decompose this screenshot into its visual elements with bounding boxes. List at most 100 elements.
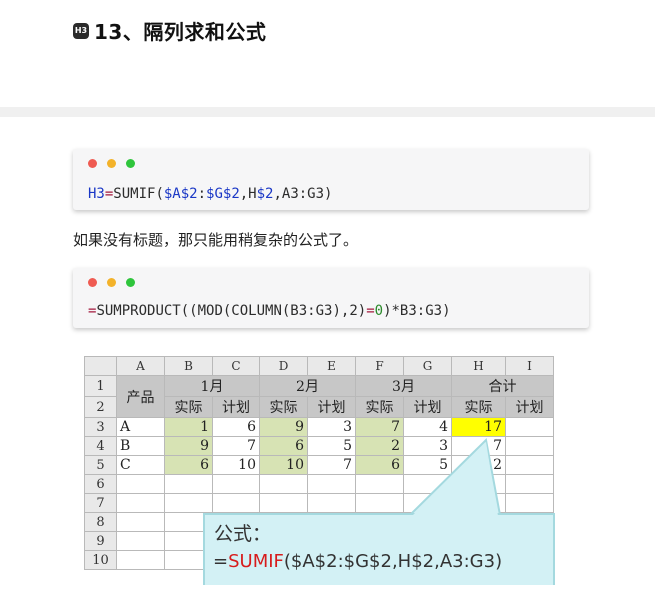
- code-token: 0: [374, 303, 384, 319]
- code-token: $A$2: [163, 186, 198, 202]
- code-block-sumif[interactable]: H3=SUMIF($A$2:$G$2,H$2,A3:G3): [73, 149, 589, 210]
- row-number: 2: [84, 396, 117, 418]
- data-cell: 1: [164, 417, 213, 437]
- data-cell: 7: [355, 417, 404, 437]
- sub-header: 计划: [212, 396, 260, 418]
- code-token: ,A3:G3): [273, 186, 333, 202]
- code-token: ): [357, 303, 367, 319]
- row-number: 7: [84, 493, 117, 513]
- data-cell: [505, 436, 554, 456]
- data-cell: 7: [212, 436, 260, 456]
- sub-header: 计划: [403, 396, 452, 418]
- heading-section: H3 13、隔列求和公式: [0, 0, 655, 107]
- data-cell: 2: [355, 436, 404, 456]
- data-cell: [505, 455, 554, 475]
- sub-header: 实际: [259, 396, 308, 418]
- result-cell: 17: [451, 417, 506, 437]
- window-dots: [88, 278, 145, 287]
- data-cell: 6: [164, 455, 213, 475]
- row-number: 5: [84, 455, 117, 475]
- product-header: 产品: [116, 375, 165, 418]
- column-header: E: [307, 356, 356, 376]
- window-dots: [88, 159, 145, 168]
- green-dot-icon: [126, 278, 135, 287]
- corner-cell: [84, 356, 117, 376]
- row-label: C: [116, 455, 165, 475]
- code-token: $G$2: [206, 186, 240, 202]
- data-cell: 4: [403, 417, 452, 437]
- month-header: 2月: [259, 375, 356, 397]
- data-cell: 2: [451, 455, 506, 475]
- code-token: SUMIF(: [113, 186, 164, 202]
- data-cell: 10: [259, 455, 308, 475]
- row-number: 1: [84, 375, 117, 397]
- row-number: 10: [84, 550, 117, 570]
- section-heading: H3 13、隔列求和公式: [73, 16, 266, 45]
- code-token: :: [197, 186, 207, 202]
- callout-formula: =SUMIF($A$2:$G$2,H$2,A3:G3): [213, 551, 502, 572]
- month-header: 1月: [164, 375, 260, 397]
- code-token: =: [366, 303, 375, 319]
- data-cell: 3: [307, 417, 356, 437]
- yellow-dot-icon: [107, 159, 116, 168]
- data-cell: 6: [212, 417, 260, 437]
- body-paragraph: 如果没有标题，那只能用稍复杂的公式了。: [73, 231, 359, 249]
- sub-header: 实际: [355, 396, 404, 418]
- data-cell: 7: [307, 455, 356, 475]
- column-header: D: [259, 356, 308, 376]
- table-row: 5 C 6 10 10 7 6 5 2: [84, 455, 554, 475]
- table-row: 4 B 9 7 6 5 2 3 7: [84, 436, 554, 456]
- column-header: B: [164, 356, 213, 376]
- column-header: H: [451, 356, 506, 376]
- column-header: F: [355, 356, 404, 376]
- column-header: A: [116, 356, 165, 376]
- data-cell: 6: [259, 436, 308, 456]
- total-header: 合计: [451, 375, 554, 397]
- data-cell: 3: [403, 436, 452, 456]
- callout-title: 公式：: [214, 523, 272, 545]
- heading-title: 13、隔列求和公式: [94, 20, 267, 44]
- data-cell: 6: [355, 455, 404, 475]
- data-cell: 9: [259, 417, 308, 437]
- code-token: ,H: [239, 186, 257, 202]
- h3-badge-icon: H3: [73, 22, 89, 39]
- row-label: B: [116, 436, 165, 456]
- code-line-sumproduct[interactable]: =SUMPRODUCT((MOD(COLUMN(B3:G3),2)=0)*B3:…: [88, 303, 451, 319]
- code-line-sumif[interactable]: H3=SUMIF($A$2:$G$2,H$2,A3:G3): [88, 186, 332, 202]
- sub-header: 计划: [307, 396, 356, 418]
- section-divider: [0, 107, 655, 117]
- formula-args: ($A$2:$G$2,H$2,A3:G3): [283, 551, 503, 572]
- data-cell: 7: [451, 436, 506, 456]
- row-number: 3: [84, 417, 117, 437]
- formula-function: SUMIF: [228, 551, 284, 572]
- code-block-sumproduct[interactable]: =SUMPRODUCT((MOD(COLUMN(B3:G3),2)=0)*B3:…: [73, 268, 589, 328]
- red-dot-icon: [88, 159, 97, 168]
- code-token: H3: [88, 186, 105, 202]
- yellow-dot-icon: [107, 278, 116, 287]
- data-cell: 9: [164, 436, 213, 456]
- data-cell: 5: [403, 455, 452, 475]
- code-token: )*B3:G3): [383, 303, 451, 319]
- row-number: 6: [84, 474, 117, 494]
- formula-prefix: =: [213, 551, 229, 572]
- sub-header: 实际: [451, 396, 506, 418]
- column-header: G: [403, 356, 452, 376]
- column-header: C: [212, 356, 260, 376]
- green-dot-icon: [126, 159, 135, 168]
- data-cell: 10: [212, 455, 260, 475]
- sub-header: 实际: [164, 396, 213, 418]
- data-cell: [505, 417, 554, 437]
- column-header: I: [505, 356, 554, 376]
- code-token: 2: [349, 303, 358, 319]
- table-row: 3 A 1 6 9 3 7 4 17: [84, 417, 554, 437]
- row-number: 4: [84, 436, 117, 456]
- data-cell: 5: [307, 436, 356, 456]
- code-token: SUMPRODUCT((MOD(COLUMN(B3:G3),: [96, 303, 350, 319]
- row-label: A: [116, 417, 165, 437]
- code-token: $2: [256, 186, 274, 202]
- row-number: 9: [84, 531, 117, 551]
- red-dot-icon: [88, 278, 97, 287]
- month-header: 3月: [355, 375, 452, 397]
- sub-header: 计划: [505, 396, 554, 418]
- row-number: 8: [84, 512, 117, 532]
